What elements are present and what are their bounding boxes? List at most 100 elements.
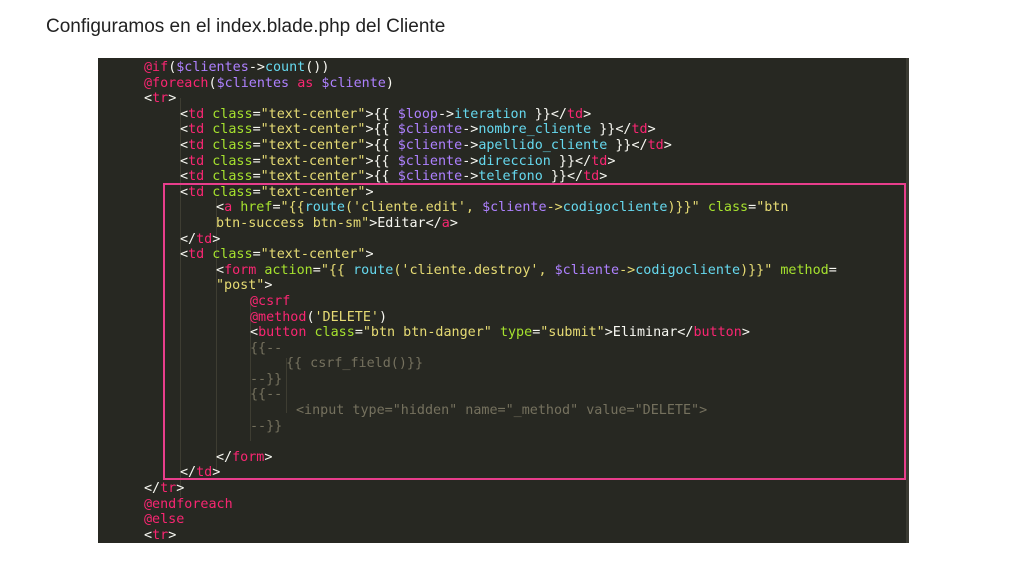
code-token: method bbox=[780, 262, 829, 278]
code-token: -> bbox=[438, 106, 455, 122]
code-line: --}} bbox=[98, 372, 837, 388]
code-token: form bbox=[224, 262, 257, 278]
code-token: ('cliente.edit', bbox=[345, 200, 483, 216]
code-line: {{-- bbox=[98, 387, 837, 403]
editor-scrollbar[interactable] bbox=[906, 58, 909, 543]
code-token: > bbox=[264, 449, 273, 465]
code-token: > bbox=[176, 481, 185, 497]
code-token: ) bbox=[385, 75, 394, 91]
code-token: "text-center" bbox=[260, 122, 366, 138]
code-token: }}</ bbox=[591, 122, 632, 138]
code-line: <tr> bbox=[98, 91, 837, 107]
code-token: button bbox=[258, 325, 307, 341]
code-token: $clientes bbox=[176, 60, 249, 75]
code-token: 'DELETE' bbox=[314, 309, 380, 325]
code-line: @csrf bbox=[98, 294, 837, 310]
code-token: class bbox=[212, 122, 253, 138]
code-token: < bbox=[180, 247, 189, 263]
code-token: > bbox=[741, 325, 750, 341]
code-token: "text-center" bbox=[260, 137, 366, 153]
code-token: {{-- bbox=[250, 387, 283, 403]
code-line: --}} bbox=[98, 419, 837, 435]
code-token: >{{ bbox=[365, 153, 398, 169]
code-token: ('cliente.destroy', bbox=[393, 262, 555, 278]
code-token: td bbox=[188, 153, 205, 169]
code-token: > bbox=[365, 184, 374, 200]
code-token: "{{ bbox=[320, 262, 354, 278]
code-token: )}}" bbox=[667, 200, 700, 216]
code-token: @csrf bbox=[250, 293, 291, 309]
code-token: apellido_cliente bbox=[478, 137, 608, 153]
code-line: @endforeach bbox=[98, 497, 837, 513]
code-token: < bbox=[180, 184, 189, 200]
code-token: tr bbox=[152, 91, 169, 107]
code-token: ( bbox=[306, 309, 315, 325]
code-token: -> bbox=[546, 200, 563, 216]
code-line: <tr> bbox=[98, 528, 837, 543]
code-token: = bbox=[354, 325, 363, 341]
code-token: class bbox=[707, 200, 749, 216]
code-token: </ bbox=[180, 465, 197, 481]
code-token: a bbox=[441, 215, 450, 231]
code-token: "text-center" bbox=[260, 184, 366, 200]
code-token: < bbox=[180, 153, 189, 169]
code-token: = bbox=[272, 200, 281, 216]
code-token: td bbox=[188, 247, 205, 263]
code-line: @if($clientes->count()) bbox=[98, 60, 837, 76]
code-token: "submit" bbox=[540, 325, 605, 341]
code-line: @foreach($clientes as $cliente) bbox=[98, 76, 837, 92]
code-token: < bbox=[180, 122, 189, 138]
code-token: action bbox=[264, 262, 313, 278]
code-token: tr bbox=[160, 481, 177, 497]
code-token: $cliente bbox=[397, 137, 463, 153]
code-token: class bbox=[212, 184, 253, 200]
code-token: ()) bbox=[305, 60, 330, 75]
code-token: > bbox=[663, 137, 672, 153]
code-token: href bbox=[240, 200, 273, 216]
code-token: > bbox=[168, 527, 177, 543]
code-token: class bbox=[212, 106, 253, 122]
code-token: td bbox=[631, 122, 648, 138]
code-token: td bbox=[591, 153, 608, 169]
code-token: < bbox=[216, 262, 225, 278]
code-token: td bbox=[188, 184, 205, 200]
code-token: -> bbox=[248, 60, 265, 75]
code-token: </ bbox=[144, 481, 161, 497]
code-token: = bbox=[252, 247, 261, 263]
slide-title: Configuramos en el index.blade.php del C… bbox=[46, 16, 446, 37]
code-token: --}} bbox=[250, 371, 283, 387]
code-line: btn-success btn-sm">Editar</a> bbox=[98, 216, 837, 232]
code-token: < bbox=[216, 200, 225, 216]
code-token: -> bbox=[462, 122, 479, 138]
code-token: }}</ bbox=[542, 169, 584, 185]
code-token: route bbox=[304, 200, 345, 216]
code-token: $cliente bbox=[554, 262, 620, 278]
code-token: > bbox=[212, 465, 221, 481]
code-token: -> bbox=[462, 137, 479, 153]
code-token: = bbox=[252, 122, 261, 138]
code-token: -> bbox=[462, 153, 479, 169]
code-token: ) bbox=[379, 309, 388, 325]
code-line: <form action="{{ route('cliente.destroy'… bbox=[98, 263, 837, 279]
code-token: "text-center" bbox=[260, 153, 366, 169]
code-token: $cliente bbox=[397, 122, 463, 138]
code-token: < bbox=[250, 325, 259, 341]
code-token: td bbox=[188, 122, 205, 138]
code-line: <td class="text-center"> bbox=[98, 185, 837, 201]
code-token: >Editar</ bbox=[369, 215, 442, 231]
code-token: = bbox=[252, 184, 261, 200]
code-token: "text-center" bbox=[260, 106, 366, 122]
code-line: <td class="text-center">{{ $loop->iterat… bbox=[98, 107, 837, 123]
code-token: < bbox=[144, 527, 153, 543]
code-token: nombre_cliente bbox=[478, 122, 592, 138]
code-line: <button class="btn btn-danger" type="sub… bbox=[98, 325, 837, 341]
code-token: }}</ bbox=[607, 137, 648, 153]
code-token: codigocliente bbox=[562, 200, 668, 216]
code-token: td bbox=[583, 169, 600, 185]
code-token: tr bbox=[152, 527, 169, 543]
